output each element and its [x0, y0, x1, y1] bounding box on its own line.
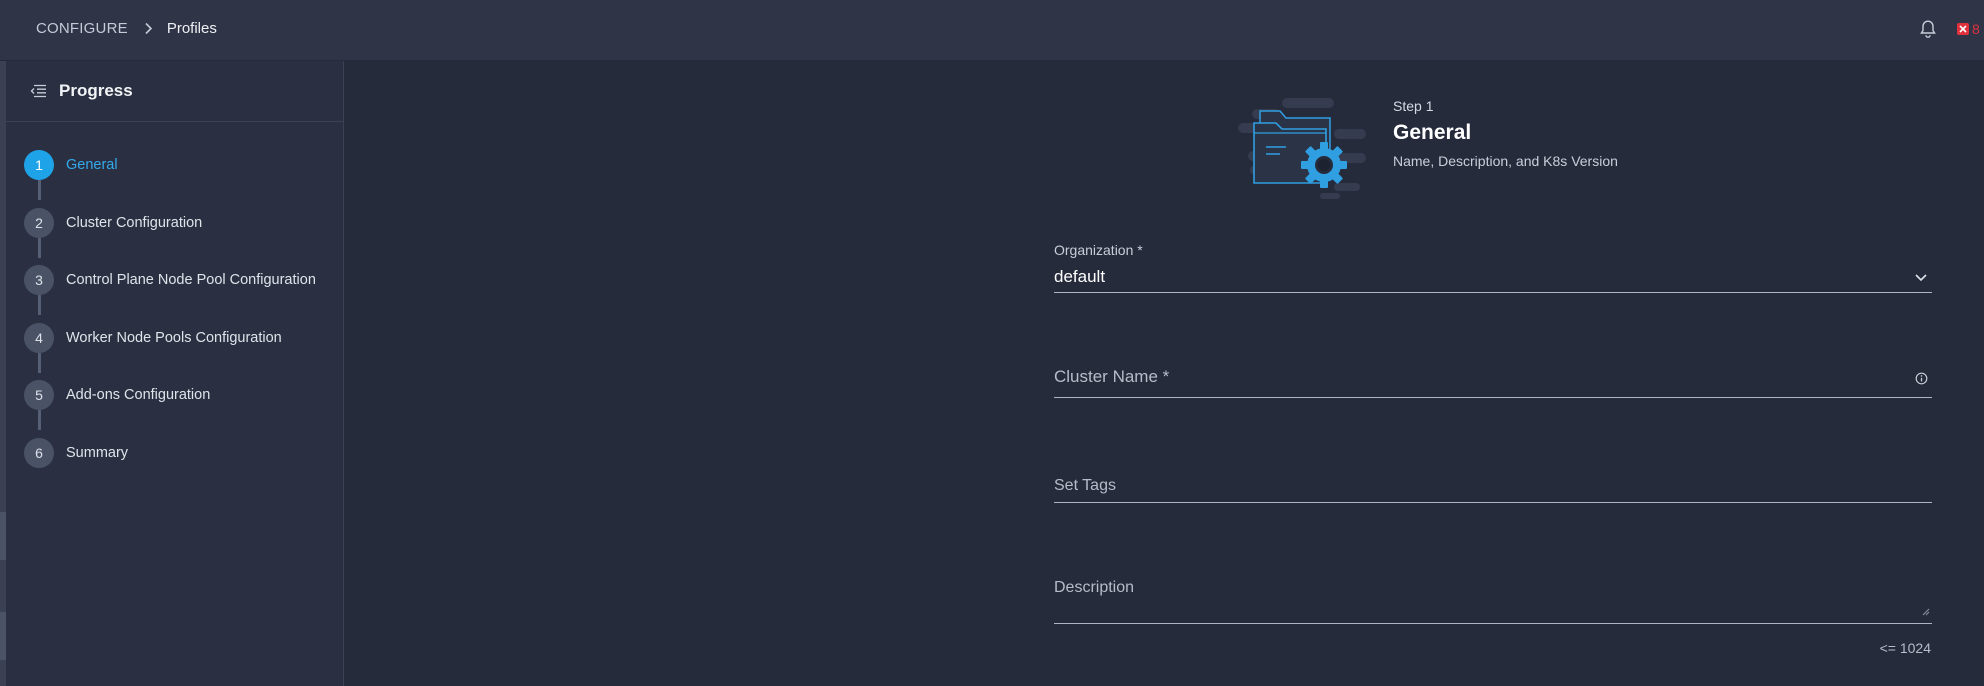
breadcrumb-profiles: Profiles	[166, 20, 217, 37]
step-number-badge: 4	[24, 322, 54, 353]
step-subtitle: Name, Description, and K8s Version	[1393, 153, 1618, 169]
alert-indicator[interactable]: 8	[1957, 21, 1980, 37]
organization-value: default	[1054, 267, 1106, 286]
main-content: Step 1 General Name, Description, and K8…	[345, 61, 1984, 686]
step-general[interactable]: 1 General	[6, 142, 343, 200]
step-add-ons-configuration[interactable]: 5 Add-ons Configuration	[6, 372, 343, 430]
description-textarea[interactable]: Description	[1054, 579, 1932, 624]
error-icon	[1957, 23, 1969, 35]
progress-sidebar: Progress 1 General 2 Cluster Configurati…	[6, 61, 344, 686]
step-number-badge: 1	[24, 150, 54, 180]
step-number-badge: 3	[24, 265, 54, 295]
step-number-badge: 2	[24, 207, 54, 238]
set-tags-field[interactable]: Set Tags	[1054, 477, 1932, 503]
resize-handle-icon[interactable]	[1921, 603, 1930, 621]
sidebar-title: Progress	[59, 81, 133, 100]
description-char-limit: <= 1024	[1879, 640, 1931, 656]
step-label: Cluster Configuration	[66, 214, 203, 231]
breadcrumb: CONFIGURE Profiles	[36, 20, 217, 37]
folder-gear-illustration	[1238, 95, 1368, 204]
step-label: Summary	[66, 444, 129, 461]
step-label: Worker Node Pools Configuration	[66, 329, 282, 346]
step-label: Control Plane Node Pool Configuration	[66, 272, 316, 288]
step-summary[interactable]: 6 Summary	[6, 430, 343, 488]
info-icon[interactable]	[1915, 372, 1928, 390]
step-cluster-configuration[interactable]: 2 Cluster Configuration	[6, 200, 343, 258]
organization-label: Organization *	[1054, 242, 1143, 258]
step-label: General	[66, 157, 118, 173]
set-tags-placeholder: Set Tags	[1054, 477, 1116, 494]
step-number: Step 1	[1393, 98, 1434, 114]
description-placeholder: Description	[1054, 579, 1135, 596]
collapse-menu-icon[interactable]	[30, 84, 47, 98]
step-number-badge: 5	[24, 380, 54, 410]
cluster-name-field[interactable]: Cluster Name *	[1054, 367, 1932, 398]
alert-count: 8	[1972, 21, 1980, 37]
step-control-plane-node-pool[interactable]: 3 Control Plane Node Pool Configuration	[6, 257, 343, 315]
chevron-down-icon[interactable]	[1914, 269, 1928, 287]
chevron-right-icon	[144, 22, 153, 35]
organization-select[interactable]: Organization * default	[1054, 242, 1932, 293]
step-heading: Step 1 General Name, Description, and K8…	[1393, 98, 1618, 169]
bell-icon[interactable]	[1918, 19, 1938, 44]
step-list: 1 General 2 Cluster Configuration 3 Cont…	[6, 122, 343, 487]
cluster-name-placeholder: Cluster Name *	[1054, 367, 1170, 386]
step-number-badge: 6	[24, 437, 54, 468]
sidebar-header: Progress	[6, 61, 343, 122]
step-worker-node-pools[interactable]: 4 Worker Node Pools Configuration	[6, 315, 343, 373]
top-header: CONFIGURE Profiles 8	[0, 0, 1984, 61]
step-label: Add-ons Configuration	[66, 387, 211, 403]
step-title: General	[1393, 121, 1472, 144]
breadcrumb-configure[interactable]: CONFIGURE	[36, 20, 128, 37]
